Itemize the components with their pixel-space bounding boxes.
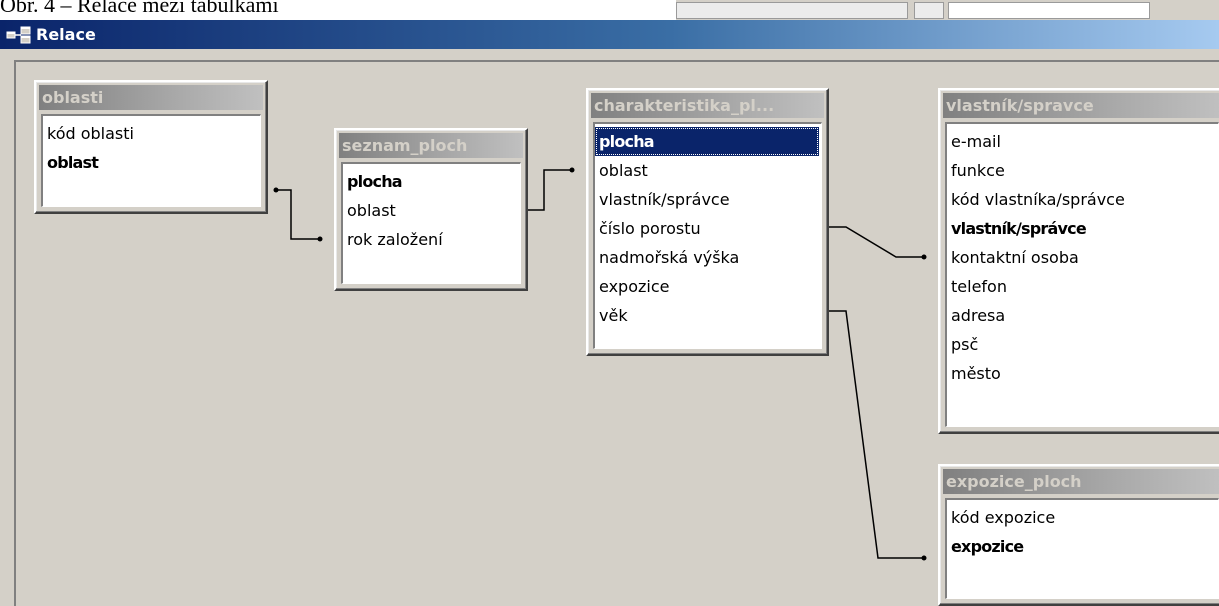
relationship-line	[821, 310, 924, 559]
table-title[interactable]: vlastník/spravce	[943, 93, 1219, 118]
field-item[interactable]: kód oblasti	[43, 119, 260, 148]
field-item[interactable]: kód vlastníka/správce	[947, 185, 1218, 214]
table-title[interactable]: expozice_ploch	[943, 469, 1219, 494]
field-item[interactable]: adresa	[947, 301, 1218, 330]
field-item[interactable]: telefon	[947, 272, 1218, 301]
field-item[interactable]: psč	[947, 330, 1218, 359]
field-item[interactable]: expozice	[595, 272, 821, 301]
relationship-line	[276, 189, 320, 240]
relationships-window: Relace oblasti kód oblasti oblast seznam…	[0, 20, 1219, 606]
field-item[interactable]: věk	[595, 301, 821, 330]
background-toolbar-segment	[914, 2, 944, 19]
field-list: kód oblasti oblast	[41, 114, 261, 207]
table-seznam-ploch[interactable]: seznam_ploch plocha oblast rok založení	[334, 128, 528, 291]
field-item-key-selected[interactable]: plocha	[595, 127, 819, 156]
field-item-key[interactable]: expozice	[947, 532, 1218, 561]
table-charakteristika-ploch[interactable]: charakteristika_pl... plocha oblast vlas…	[586, 88, 829, 356]
field-item[interactable]: kontaktní osoba	[947, 243, 1218, 272]
field-item[interactable]: oblast	[595, 156, 821, 185]
field-list: e-mail funkce kód vlastníka/správce vlas…	[945, 122, 1219, 427]
table-vlastnik-spravce[interactable]: vlastník/spravce e-mail funkce kód vlast…	[938, 88, 1219, 434]
field-item[interactable]: kód expozice	[947, 503, 1218, 532]
table-title[interactable]: seznam_ploch	[339, 133, 523, 158]
field-item-key[interactable]: plocha	[343, 167, 520, 196]
table-oblasti[interactable]: oblasti kód oblasti oblast	[34, 80, 268, 214]
field-item-key[interactable]: vlastník/správce	[947, 214, 1218, 243]
field-item[interactable]: rok založení	[343, 225, 520, 254]
background-window-strip	[676, 0, 1219, 21]
relationships-icon	[6, 26, 31, 43]
field-item[interactable]: číslo porostu	[595, 214, 821, 243]
window-titlebar[interactable]: Relace	[0, 20, 1219, 49]
table-expozice-ploch[interactable]: expozice_ploch kód expozice expozice	[938, 464, 1219, 606]
field-list: plocha oblast vlastník/správce číslo por…	[593, 122, 822, 349]
field-list: plocha oblast rok založení	[341, 162, 521, 284]
field-item-key[interactable]: oblast	[43, 148, 260, 177]
field-list: kód expozice expozice	[945, 498, 1219, 599]
table-title[interactable]: oblasti	[39, 85, 263, 110]
window-title: Relace	[36, 25, 96, 44]
field-item[interactable]: oblast	[343, 196, 520, 225]
field-item[interactable]: město	[947, 359, 1218, 388]
field-item[interactable]: funkce	[947, 156, 1218, 185]
relationship-line	[821, 226, 924, 258]
table-title[interactable]: charakteristika_pl...	[591, 93, 824, 118]
relationships-canvas[interactable]: oblasti kód oblasti oblast seznam_ploch …	[14, 60, 1219, 606]
figure-caption: Obr. 4 – Relace mezi tabulkami	[0, 0, 279, 17]
background-toolbar-segment	[948, 2, 1150, 19]
field-item[interactable]: vlastník/správce	[595, 185, 821, 214]
background-toolbar-segment	[676, 2, 908, 19]
field-item[interactable]: e-mail	[947, 127, 1218, 156]
field-item[interactable]: nadmořská výška	[595, 243, 821, 272]
